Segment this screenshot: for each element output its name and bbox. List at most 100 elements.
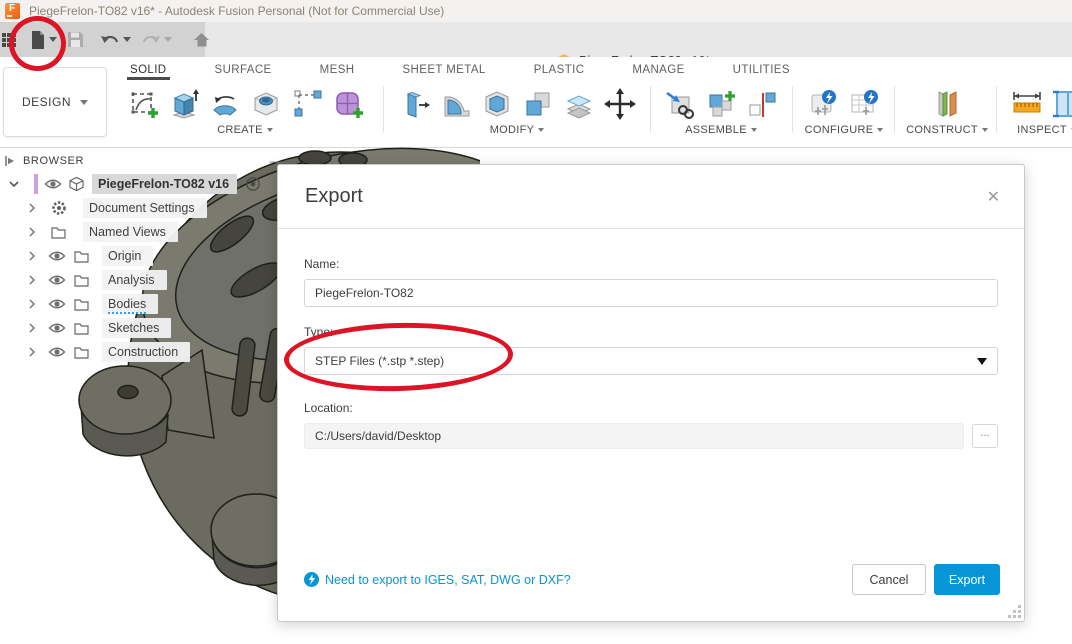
browser-item-label[interactable]: Sketches	[102, 318, 171, 338]
configuration-table-button[interactable]	[847, 86, 883, 122]
browser-item-label[interactable]: Analysis	[102, 270, 167, 290]
file-menu-button[interactable]	[29, 27, 57, 53]
chevron-right-icon[interactable]	[26, 298, 38, 310]
ribbon-tab-utilities[interactable]: UTILITIES	[730, 61, 793, 80]
window-title: PiegeFrelon-TO82 v16* - Autodesk Fusion …	[29, 4, 444, 18]
ribbon-tab-manage[interactable]: MANAGE	[629, 61, 687, 80]
browser-item-analysis[interactable]: Analysis	[0, 268, 296, 292]
fillet-button[interactable]	[438, 86, 474, 122]
chevron-right-icon[interactable]	[26, 250, 38, 262]
save-button[interactable]	[67, 27, 84, 53]
create-form-button[interactable]	[330, 86, 366, 122]
visibility-eye-icon[interactable]	[48, 298, 66, 310]
browser-item-root[interactable]: PiegeFrelon-TO82 v16	[0, 172, 296, 196]
type-select-value: STEP Files (*.stp *.step)	[315, 354, 444, 368]
dialog-resize-grip[interactable]	[1009, 606, 1021, 618]
split-body-button[interactable]	[561, 86, 597, 122]
browser-item-label[interactable]: Named Views	[83, 222, 178, 242]
browser-item-named-views[interactable]: Named Views	[0, 220, 296, 244]
shell-button[interactable]	[479, 86, 515, 122]
visibility-eye-icon[interactable]	[44, 178, 62, 190]
ribbon-tab-sheet-metal[interactable]: SHEET METAL	[399, 61, 488, 80]
browser-item-label[interactable]: Bodies	[102, 294, 158, 314]
ribbon-group-create: CREATE	[112, 84, 378, 142]
chevron-right-icon[interactable]	[26, 346, 38, 358]
modify-group-label: MODIFY	[490, 124, 535, 136]
pattern-button[interactable]	[289, 86, 325, 122]
browser-item-label[interactable]: Origin	[102, 246, 153, 266]
type-select[interactable]: STEP Files (*.stp *.step)	[304, 347, 998, 375]
location-input[interactable]: C:/Users/david/Desktop	[304, 423, 964, 449]
visibility-eye-icon[interactable]	[48, 346, 66, 358]
chevron-right-icon[interactable]	[26, 322, 38, 334]
ribbon-group-inspect: INSPECT	[1002, 84, 1072, 142]
revolve-button[interactable]	[207, 86, 243, 122]
measure-button[interactable]	[1009, 86, 1045, 122]
visibility-eye-icon[interactable]	[48, 274, 66, 286]
ribbon-tab-mesh[interactable]: MESH	[317, 61, 358, 80]
joint-button[interactable]	[744, 86, 780, 122]
modify-group-dropdown[interactable]: MODIFY	[490, 124, 545, 136]
chevron-right-icon[interactable]	[26, 226, 38, 238]
fusion-window: F PiegeFrelon-TO82 v16* - Autodesk Fusio…	[0, 0, 1072, 644]
browser-item-bodies[interactable]: Bodies	[0, 292, 296, 316]
app-launcher-grid-icon[interactable]	[0, 27, 16, 53]
browser-item-document-settings[interactable]: Document Settings	[0, 196, 296, 220]
section-analysis-icon	[1051, 87, 1072, 121]
chevron-down-icon[interactable]	[8, 178, 20, 190]
ribbon-group-assemble: ASSEMBLE	[654, 84, 788, 142]
combine-button[interactable]	[520, 86, 556, 122]
ribbon-tab-surface[interactable]: SURFACE	[212, 61, 275, 80]
browser-root-label[interactable]: PiegeFrelon-TO82 v16	[92, 174, 237, 194]
home-view-button[interactable]	[192, 27, 211, 53]
new-component-button[interactable]	[703, 86, 739, 122]
quick-access-toolbar: PiegeFrelon-TO82 v16* ✕	[0, 22, 1072, 57]
chevron-right-icon[interactable]	[26, 274, 38, 286]
browser-item-sketches[interactable]: Sketches	[0, 316, 296, 340]
dialog-close-button[interactable]: ✕	[987, 187, 1000, 207]
visibility-eye-icon[interactable]	[48, 322, 66, 334]
redo-button[interactable]	[141, 27, 172, 53]
visibility-eye-icon[interactable]	[48, 250, 66, 262]
press-pull-button[interactable]	[397, 86, 433, 122]
collapse-panel-icon[interactable]	[4, 155, 15, 167]
browser-item-label[interactable]: Document Settings	[83, 198, 207, 218]
browser-item-origin[interactable]: Origin	[0, 244, 296, 268]
design-menu-caret-icon	[80, 100, 88, 105]
configure-icon	[807, 87, 841, 121]
name-input[interactable]	[304, 279, 998, 307]
create-sketch-button[interactable]	[125, 86, 161, 122]
configure-group-dropdown[interactable]: CONFIGURE	[805, 124, 884, 136]
browse-location-button[interactable]: ...	[972, 424, 998, 448]
export-dialog-title: Export	[305, 185, 363, 208]
create-group-dropdown[interactable]: CREATE	[217, 124, 273, 136]
undo-button[interactable]	[100, 27, 131, 53]
extrude-button[interactable]	[166, 86, 202, 122]
construct-plane-button[interactable]	[929, 86, 965, 122]
browser-header: BROWSER —	[0, 150, 296, 172]
export-help-link[interactable]: Need to export to IGES, SAT, DWG or DXF?	[304, 572, 571, 587]
inspect-group-dropdown[interactable]: INSPECT	[1017, 124, 1072, 136]
gear-icon	[51, 200, 67, 216]
pattern-icon	[291, 88, 323, 120]
info-learn-icon	[304, 572, 319, 587]
configure-button[interactable]	[806, 86, 842, 122]
browser-item-label[interactable]: Construction	[102, 342, 190, 362]
move-button[interactable]	[602, 86, 638, 122]
section-analysis-button[interactable]	[1050, 86, 1072, 122]
ribbon-tab-plastic[interactable]: PLASTIC	[531, 61, 588, 80]
hole-button[interactable]	[248, 86, 284, 122]
construct-group-dropdown[interactable]: CONSTRUCT	[906, 124, 988, 136]
component-color-bar	[34, 174, 38, 194]
design-workspace-menu[interactable]: DESIGN	[3, 67, 107, 137]
assemble-group-dropdown[interactable]: ASSEMBLE	[685, 124, 757, 136]
chevron-right-icon[interactable]	[26, 202, 38, 214]
browser-item-construction[interactable]: Construction	[0, 340, 296, 364]
export-button[interactable]: Export	[934, 564, 1000, 595]
redo-icon	[141, 33, 161, 47]
insert-derive-button[interactable]	[662, 86, 698, 122]
cancel-button[interactable]: Cancel	[852, 564, 926, 595]
ribbon-tab-solid[interactable]: SOLID	[127, 61, 170, 80]
activate-radio-icon[interactable]	[245, 176, 261, 192]
titlebar: F PiegeFrelon-TO82 v16* - Autodesk Fusio…	[0, 0, 1072, 22]
